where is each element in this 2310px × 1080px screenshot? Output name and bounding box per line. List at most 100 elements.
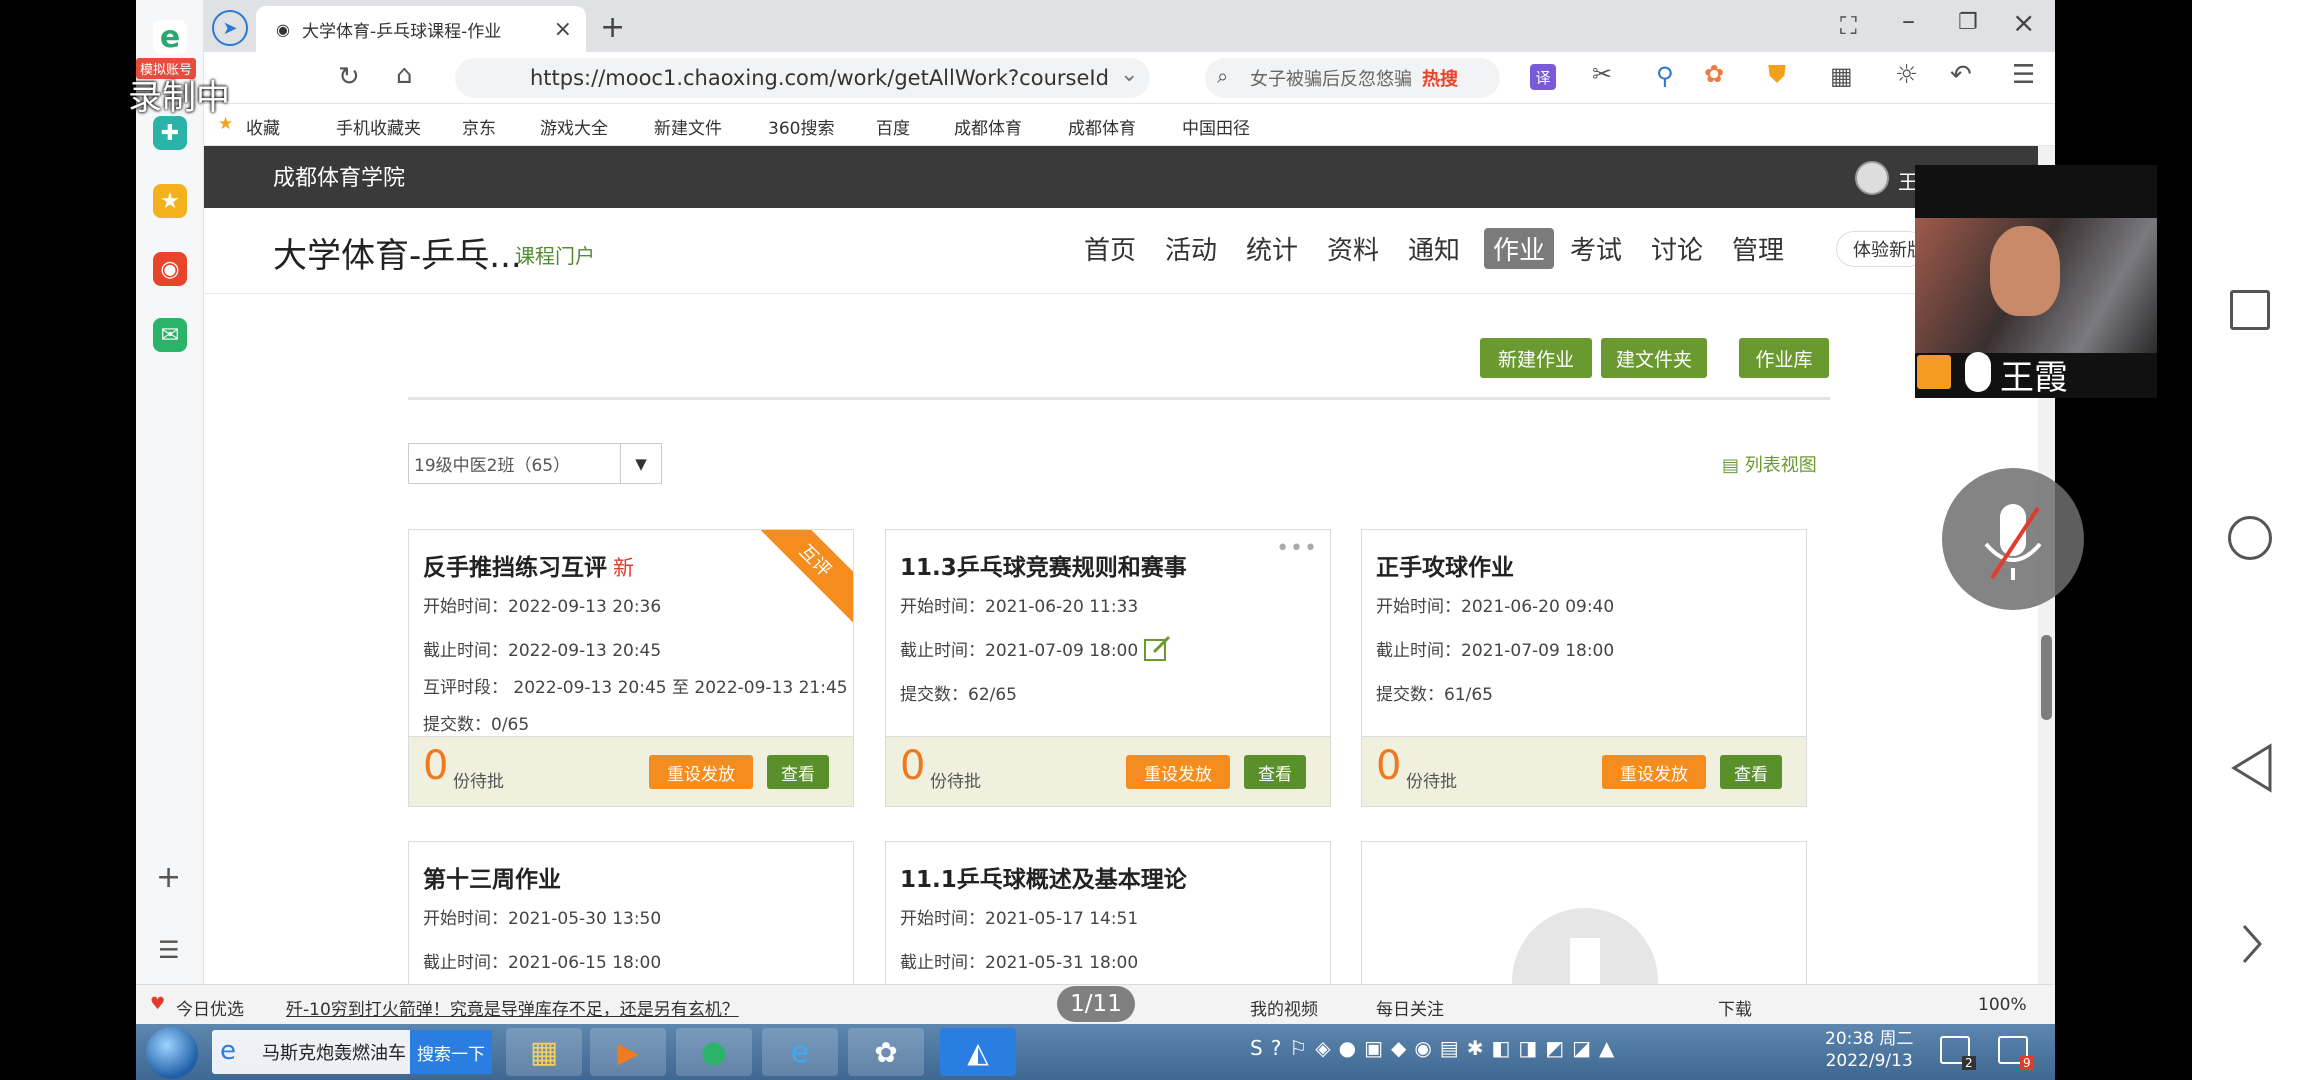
add-homework-card[interactable] [1361,841,1807,991]
experience-new-version-button[interactable]: 体验新版 [1836,231,1926,267]
bookmark-item[interactable]: 百度 [876,114,910,139]
tab-exam[interactable]: 考试 [1570,230,1622,267]
favorites-star-icon[interactable]: ★ [153,184,187,218]
close-window-icon[interactable]: × [2012,6,2035,39]
mail-icon[interactable]: ✉ [153,318,187,352]
back-icon[interactable] [2228,742,2274,794]
shield-icon[interactable]: ⛊ [1768,60,1786,88]
system-clock[interactable]: 20:38 周二 2022/9/13 [1825,1028,1913,1072]
tab-materials[interactable]: 资料 [1327,230,1379,267]
new-homework-button[interactable]: 新建作业 [1480,338,1592,378]
minimize-icon[interactable]: – [1902,6,1915,36]
folder-app-icon[interactable]: ▦ [506,1028,582,1076]
reset-release-button[interactable]: 重设发放 [1602,755,1706,789]
bookmark-item[interactable]: 游戏大全 [540,114,608,139]
view-button[interactable]: 查看 [767,755,829,789]
homework-card[interactable]: 第十三周作业 开始时间：2021-05-30 13:50 截止时间：2021-0… [408,841,854,991]
media-app-icon[interactable]: ▶ [590,1028,666,1076]
weibo-icon[interactable]: ◉ [153,252,187,286]
magnifier-icon[interactable]: ⚲ [1656,62,1674,90]
edit-icon[interactable] [1142,634,1172,664]
new-tab-icon[interactable]: + [600,10,625,45]
home-page-icon[interactable]: ⌂ [396,60,413,90]
course-portal-link[interactable]: 课程门户 [515,240,595,269]
tab-active[interactable]: ◉ 大学体育-乒乓球课程-作业 × [256,6,586,52]
tray-icons[interactable]: S?⚐◈●▣◆◉▤✱◧◨◩◪▲ [1250,1036,1622,1060]
view-button[interactable]: 查看 [1244,755,1306,789]
shirt-icon[interactable]: ⛶ [1840,12,1857,40]
card-title[interactable]: 第十三周作业 [423,860,561,894]
bookmark-item[interactable]: 中国田径 [1182,114,1250,139]
close-tab-icon[interactable]: × [554,17,572,42]
homework-card[interactable]: ••• 11.3乒乓球竞赛规则和赛事 开始时间：2021-06-20 11:33… [885,529,1331,807]
tab-notice[interactable]: 通知 [1408,230,1460,267]
scissors-icon[interactable]: ✂ [1592,60,1612,88]
maximize-icon[interactable]: ❐ [1958,10,1978,35]
translate-icon[interactable]: 译 [1530,64,1556,90]
tab-homework[interactable]: 作业 [1484,228,1555,269]
menu-icon[interactable]: ☰ [2012,60,2035,90]
apps-grid-icon[interactable]: ▦ [1830,62,1853,90]
home-icon[interactable] [2228,516,2272,560]
game-icon[interactable]: ✿ [1704,60,1724,88]
new-folder-button[interactable]: 建文件夹 [1601,338,1707,378]
card-title[interactable]: 11.3乒乓球竞赛规则和赛事 [900,548,1187,582]
scrollbar-thumb[interactable] [2041,635,2052,720]
cloud-app-icon[interactable]: ✿ [848,1028,924,1076]
dropdown-chevron-icon[interactable]: ⌄ [1120,62,1138,87]
list-icon[interactable]: ☰ [158,936,180,964]
card-title[interactable]: 11.1乒乓球概述及基本理论 [900,860,1187,894]
bookmark-item[interactable]: 360搜索 [768,114,834,139]
taskbar-search-button[interactable]: 搜索一下 [410,1030,492,1074]
browser-360-app-icon[interactable]: ● [676,1028,752,1076]
my-video-link[interactable]: 我的视频 [1250,995,1318,1020]
tab-activity[interactable]: 活动 [1165,230,1217,267]
meeting-app-icon[interactable]: ◭ [940,1028,1016,1076]
tab-discussion[interactable]: 讨论 [1651,230,1703,267]
recents-icon[interactable] [2230,290,2270,330]
tab-home[interactable]: 首页 [1084,230,1136,267]
reset-release-button[interactable]: 重设发放 [649,755,753,789]
daily-focus-link[interactable]: 每日关注 [1376,995,1444,1020]
today-picks[interactable]: 今日优选 [176,995,244,1020]
undo-icon[interactable]: ↶ [1950,60,1972,90]
avatar[interactable] [1855,161,1889,195]
tab-manage[interactable]: 管理 [1732,230,1784,267]
chevron-right-icon[interactable] [2240,922,2264,966]
more-options-icon[interactable]: ••• [1276,536,1318,561]
bookmark-item[interactable]: 手机收藏夹 [336,114,421,139]
list-view-toggle[interactable]: ▤ 列表视图 [1722,451,1817,477]
bookmark-item[interactable]: 新建文件 [654,114,722,139]
search-box[interactable]: 女子被骗后反忽悠骗 热搜 [1205,58,1500,98]
add-icon[interactable]: + [156,860,181,895]
news-ticker[interactable]: 歼-10穷到打火箭弹！究竟是导弹库存不足，还是另有玄机？ [286,995,739,1020]
zoom-level[interactable]: 100% [1978,995,2027,1015]
bookmark-item[interactable]: 京东 [462,114,496,139]
homework-card[interactable]: 互评 反手推挡练习互评新 开始时间：2022-09-13 20:36 截止时间：… [408,529,854,807]
bookmark-item[interactable]: 成都体育 [954,114,1022,139]
bookmark-item[interactable]: 成都体育 [1068,114,1136,139]
plus-circle-icon[interactable]: ✚ [153,116,187,150]
view-button[interactable]: 查看 [1720,755,1782,789]
ie-app-icon[interactable]: e [762,1028,838,1076]
chevron-down-icon[interactable]: ▼ [620,444,661,483]
school-name[interactable]: 成都体育学院 [273,160,405,192]
bookmark-item[interactable]: 收藏 [246,114,280,139]
class-select[interactable]: 19级中医2班（65） ▼ [408,443,662,484]
homework-library-button[interactable]: 作业库 [1739,338,1829,378]
address-bar[interactable]: https://mooc1.chaoxing.com/work/getAllWo… [455,58,1150,98]
tab-statistics[interactable]: 统计 [1246,230,1298,267]
mute-microphone-button[interactable] [1942,468,2084,610]
card-title[interactable]: 反手推挡练习互评新 [423,548,634,582]
course-title: 大学体育-乒乓... [273,236,522,276]
start-button[interactable] [146,1027,198,1079]
download-link[interactable]: 下载 [1718,995,1752,1020]
reload-icon[interactable]: ↻ [338,62,360,92]
homework-card[interactable]: 11.1乒乓球概述及基本理论 开始时间：2021-05-17 14:51 截止时… [885,841,1331,991]
site-topbar [204,146,2055,208]
reset-release-button[interactable]: 重设发放 [1126,755,1230,789]
card-title[interactable]: 正手攻球作业 [1376,548,1514,582]
brightness-icon[interactable]: ☼ [1895,60,1918,90]
navigate-icon[interactable]: ➤ [212,10,248,46]
homework-card[interactable]: 正手攻球作业 开始时间：2021-06-20 09:40 截止时间：2021-0… [1361,529,1807,807]
